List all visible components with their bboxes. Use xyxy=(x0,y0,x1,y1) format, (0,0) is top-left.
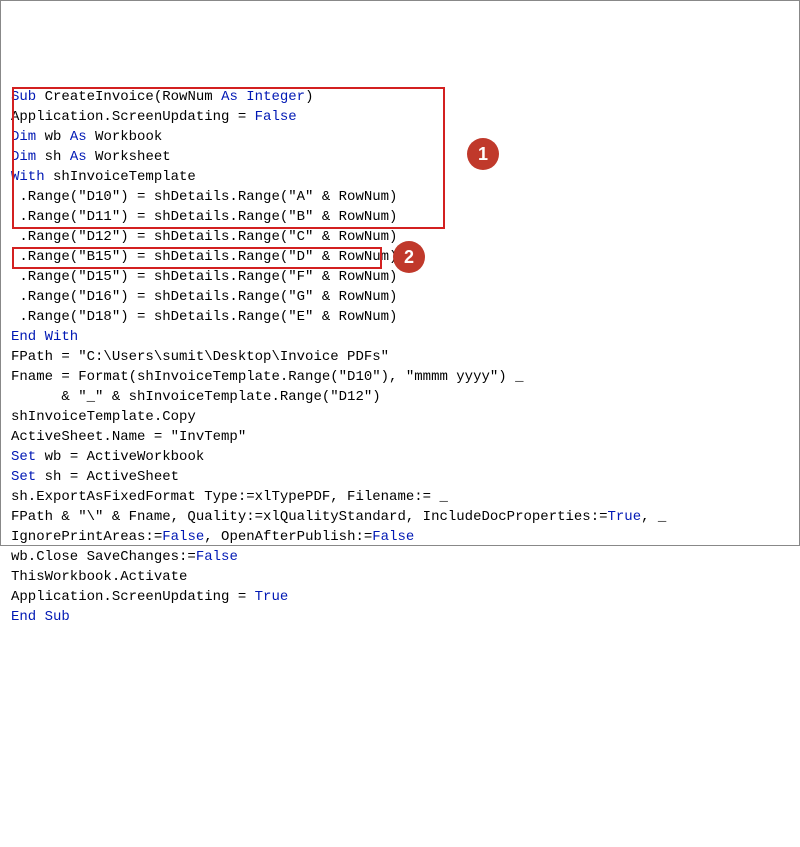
code-line: With shInvoiceTemplate xyxy=(11,167,789,187)
text-token: .Range("D18") = shDetails.Range("E" & Ro… xyxy=(11,309,397,325)
code-line: ActiveSheet.Name = "InvTemp" xyxy=(11,427,789,447)
keyword-token: Set xyxy=(11,449,36,465)
code-line: Application.ScreenUpdating = False xyxy=(11,107,789,127)
code-line: sh.ExportAsFixedFormat Type:=xlTypePDF, … xyxy=(11,487,789,507)
text-token: , _ xyxy=(641,509,666,525)
text-token: sh.ExportAsFixedFormat Type:=xlTypePDF, … xyxy=(11,489,448,505)
text-token: .Range("D15") = shDetails.Range("F" & Ro… xyxy=(11,269,397,285)
text-token: , OpenAfterPublish:= xyxy=(204,529,372,545)
code-line: End Sub xyxy=(11,607,789,627)
text-token: shInvoiceTemplate xyxy=(45,169,196,185)
text-token: Workbook xyxy=(87,129,163,145)
text-token: shInvoiceTemplate.Copy xyxy=(11,409,196,425)
code-line: shInvoiceTemplate.Copy xyxy=(11,407,789,427)
text-token: .Range("D11") = shDetails.Range("B" & Ro… xyxy=(11,209,397,225)
code-line: .Range("D10") = shDetails.Range("A" & Ro… xyxy=(11,187,789,207)
text-token: IgnorePrintAreas:= xyxy=(11,529,162,545)
code-line: IgnorePrintAreas:=False, OpenAfterPublis… xyxy=(11,527,789,547)
code-line: Fname = Format(shInvoiceTemplate.Range("… xyxy=(11,367,789,387)
keyword-token: Set xyxy=(11,469,36,485)
keyword-token: False xyxy=(255,109,297,125)
keyword-token: End With xyxy=(11,329,78,345)
keyword-token: False xyxy=(372,529,414,545)
vba-code-block: Sub CreateInvoice(RowNum As Integer)Appl… xyxy=(11,87,789,627)
code-line: Application.ScreenUpdating = True xyxy=(11,587,789,607)
annotation-badge-2: 2 xyxy=(393,241,425,273)
code-line: Set sh = ActiveSheet xyxy=(11,467,789,487)
code-line: Dim sh As Worksheet xyxy=(11,147,789,167)
text-token: wb = ActiveWorkbook xyxy=(36,449,204,465)
keyword-token: Dim xyxy=(11,149,36,165)
text-token: ) xyxy=(305,89,313,105)
code-line: FPath & "\" & Fname, Quality:=xlQualityS… xyxy=(11,507,789,527)
code-line: .Range("D11") = shDetails.Range("B" & Ro… xyxy=(11,207,789,227)
keyword-token: False xyxy=(196,549,238,565)
code-line: Dim wb As Workbook xyxy=(11,127,789,147)
text-token: .Range("D10") = shDetails.Range("A" & Ro… xyxy=(11,189,397,205)
code-line: End With xyxy=(11,327,789,347)
annotation-badge-1: 1 xyxy=(467,138,499,170)
text-token: ThisWorkbook.Activate xyxy=(11,569,187,585)
keyword-token: Sub xyxy=(11,89,36,105)
keyword-token: As xyxy=(70,149,87,165)
keyword-token: True xyxy=(255,589,289,605)
text-token: & "_" & shInvoiceTemplate.Range("D12") xyxy=(11,389,381,405)
text-token: wb.Close SaveChanges:= xyxy=(11,549,196,565)
text-token: Application.ScreenUpdating = xyxy=(11,109,255,125)
code-line: .Range("D16") = shDetails.Range("G" & Ro… xyxy=(11,287,789,307)
text-token: Fname = Format(shInvoiceTemplate.Range("… xyxy=(11,369,523,385)
keyword-token: False xyxy=(162,529,204,545)
code-line: FPath = "C:\Users\sumit\Desktop\Invoice … xyxy=(11,347,789,367)
keyword-token: As Integer xyxy=(221,89,305,105)
text-token: FPath & "\" & Fname, Quality:=xlQualityS… xyxy=(11,509,608,525)
keyword-token: Dim xyxy=(11,129,36,145)
text-token: .Range("D16") = shDetails.Range("G" & Ro… xyxy=(11,289,397,305)
keyword-token: True xyxy=(608,509,642,525)
text-token: Worksheet xyxy=(87,149,171,165)
keyword-token: End Sub xyxy=(11,609,70,625)
code-line: Set wb = ActiveWorkbook xyxy=(11,447,789,467)
code-line: .Range("D18") = shDetails.Range("E" & Ro… xyxy=(11,307,789,327)
keyword-token: As xyxy=(70,129,87,145)
text-token: .Range("D12") = shDetails.Range("C" & Ro… xyxy=(11,229,397,245)
code-line: Sub CreateInvoice(RowNum As Integer) xyxy=(11,87,789,107)
code-line: wb.Close SaveChanges:=False xyxy=(11,547,789,567)
text-token: FPath = "C:\Users\sumit\Desktop\Invoice … xyxy=(11,349,389,365)
code-line: ThisWorkbook.Activate xyxy=(11,567,789,587)
text-token: sh = ActiveSheet xyxy=(36,469,179,485)
code-line: & "_" & shInvoiceTemplate.Range("D12") xyxy=(11,387,789,407)
keyword-token: With xyxy=(11,169,45,185)
text-token: CreateInvoice(RowNum xyxy=(36,89,221,105)
text-token: Application.ScreenUpdating = xyxy=(11,589,255,605)
text-token: wb xyxy=(36,129,70,145)
text-token: ActiveSheet.Name = "InvTemp" xyxy=(11,429,246,445)
text-token: sh xyxy=(36,149,70,165)
text-token: .Range("B15") = shDetails.Range("D" & Ro… xyxy=(11,249,397,265)
